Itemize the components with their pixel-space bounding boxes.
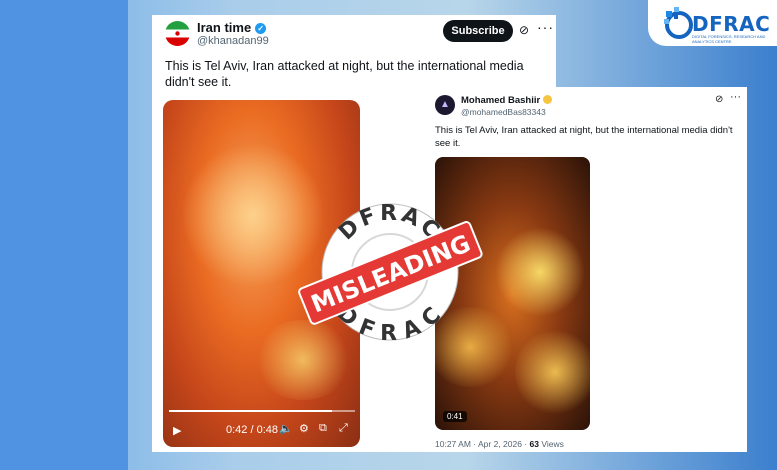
- author-display-name[interactable]: Iran time: [197, 20, 251, 35]
- dfrac-logo-mark-icon: [664, 7, 693, 39]
- video-frame-glow: [515, 327, 590, 417]
- video-controls: ▶ 0:42 / 0:48 🔈 ⚙ ⧉ ⤢: [163, 418, 360, 444]
- post-author-name[interactable]: Iran time ✓: [197, 20, 267, 35]
- video-duration: 0:41: [443, 411, 467, 422]
- dfrac-tagline: DIGITAL FORENSICS, RESEARCH AND ANALYTIC…: [692, 34, 766, 44]
- grok-icon[interactable]: ⊘: [715, 94, 723, 105]
- subscribe-button[interactable]: Subscribe: [443, 20, 513, 42]
- fullscreen-icon[interactable]: ⤢: [339, 422, 348, 435]
- post-timestamp[interactable]: 10:27 AM · Apr 2, 2026 ·: [435, 439, 530, 449]
- video-progress-fill: [169, 410, 332, 412]
- emoji-icon: [543, 95, 553, 104]
- more-options-icon[interactable]: ···: [537, 19, 554, 35]
- play-icon[interactable]: ▶: [173, 424, 181, 437]
- misleading-stamp: DFRAC DFRAC MISLEADING: [298, 201, 483, 346]
- volume-icon[interactable]: 🔈: [279, 422, 293, 435]
- post-metadata: 10:27 AM · Apr 2, 2026 · 63 Views: [435, 439, 564, 449]
- author-avatar[interactable]: ▲: [435, 95, 455, 115]
- post-text: This is Tel Aviv, Iran attacked at night…: [435, 125, 733, 149]
- views-count: 63: [529, 439, 539, 449]
- iran-flag-avatar[interactable]: [165, 21, 190, 46]
- video-time: 0:42 / 0:48: [226, 424, 278, 436]
- dfrac-logo: DFRAC DIGITAL FORENSICS, RESEARCH AND AN…: [648, 0, 777, 46]
- video-progress-bar[interactable]: [169, 410, 355, 412]
- author-display-name[interactable]: Mohamed Bashiir: [461, 95, 540, 106]
- video-frame-glow: [495, 227, 585, 317]
- pip-icon[interactable]: ⧉: [319, 422, 327, 435]
- more-options-icon[interactable]: ···: [730, 91, 741, 103]
- post-author-handle[interactable]: @khanadan99: [197, 35, 269, 47]
- left-background-strip: [0, 0, 128, 470]
- verified-badge-icon: ✓: [255, 23, 267, 34]
- settings-icon[interactable]: ⚙: [299, 422, 309, 435]
- post-text: This is Tel Aviv, Iran attacked at night…: [165, 59, 524, 89]
- grok-icon[interactable]: ⊘: [519, 23, 529, 37]
- post-author-name[interactable]: Mohamed Bashiir: [461, 95, 553, 106]
- views-label: Views: [538, 439, 564, 449]
- iran-flag-icon: [165, 21, 190, 46]
- post-author-handle[interactable]: @mohamedBas83343: [461, 107, 546, 117]
- dfrac-logo-text: DFRAC: [692, 12, 771, 36]
